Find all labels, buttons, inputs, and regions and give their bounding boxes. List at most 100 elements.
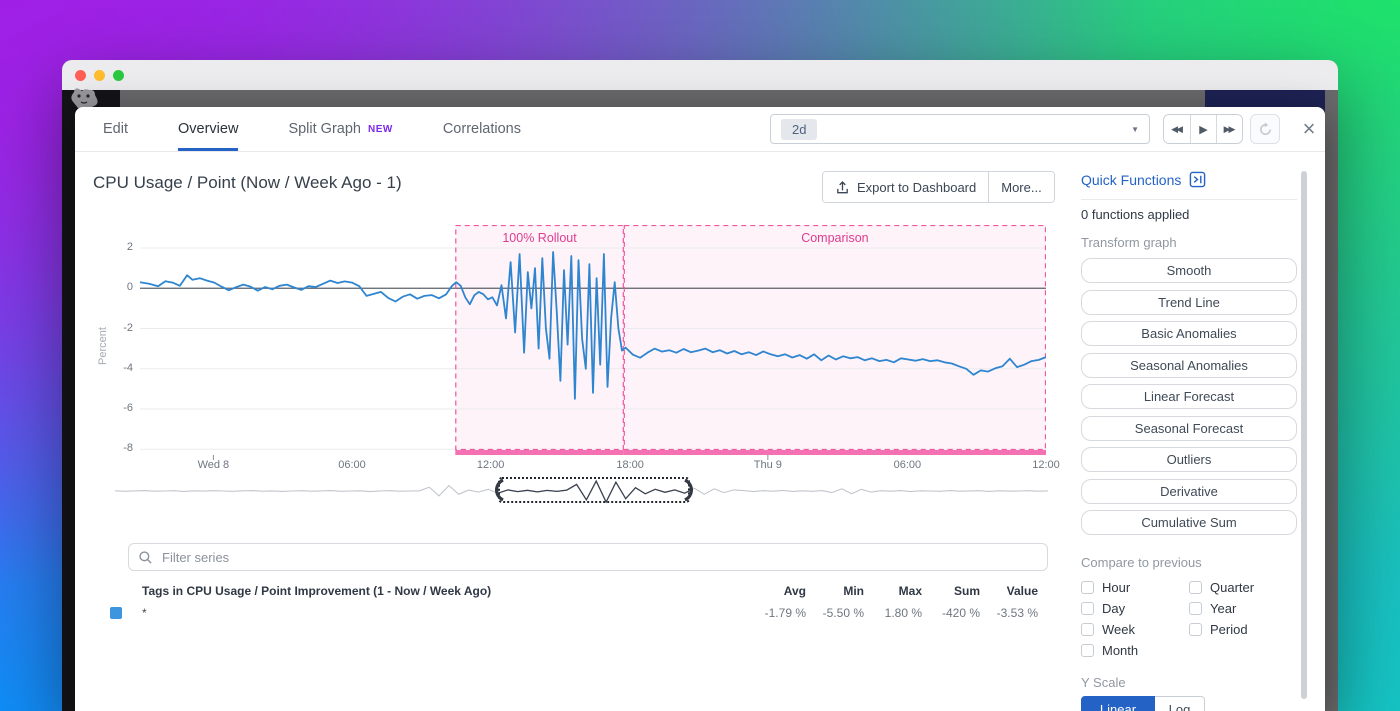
tab-overview[interactable]: Overview [178, 107, 238, 151]
scrubber-handle-right[interactable] [683, 479, 693, 501]
checkbox-label: Year [1210, 601, 1236, 616]
browser-window: Edit Overview Split Graph NEW Correlations 2… [62, 60, 1338, 711]
checkbox-label: Quarter [1210, 580, 1254, 595]
stat-value: -1.79 % [748, 606, 806, 620]
checkbox-label: Month [1102, 643, 1138, 658]
function-trend-line[interactable]: Trend Line [1081, 290, 1297, 315]
export-to-dashboard-button[interactable]: Export to Dashboard [823, 172, 988, 202]
timerange-tag[interactable]: 2d [781, 119, 817, 140]
tab-correlations[interactable]: Correlations [443, 107, 521, 151]
cpu-usage-chart[interactable]: 100% Rollout Comparison [140, 225, 1046, 461]
checkbox-period[interactable] [1189, 623, 1202, 636]
sidebar-divider [1081, 199, 1297, 200]
stat-value: -420 % [922, 606, 980, 620]
scrubber-handle-left[interactable] [495, 479, 505, 501]
yscale-linear[interactable]: Linear [1081, 696, 1155, 711]
quick-functions-label: Quick Functions [1081, 172, 1181, 188]
quick-functions-link[interactable]: Quick Functions [1081, 171, 1206, 188]
series-tag: * [142, 606, 748, 620]
annotation-bar [455, 450, 624, 455]
stat-value: -5.50 % [806, 606, 864, 620]
sidebar-scrollbar[interactable] [1301, 171, 1307, 699]
graph-editor-modal: Edit Overview Split Graph NEW Correlations 2… [75, 107, 1325, 711]
stat-column-header: Min [806, 584, 864, 598]
functions-applied-count: 0 functions applied [1081, 207, 1189, 222]
window-titlebar [62, 60, 1338, 90]
annotation-label: 100% Rollout [502, 231, 577, 245]
series-table: Tags in CPU Usage / Point Improvement (1… [110, 581, 1038, 623]
yscale-log[interactable]: Log [1155, 696, 1205, 711]
scrubber-selection[interactable] [498, 477, 690, 503]
compare-to-previous-label: Compare to previous [1081, 555, 1202, 570]
compare-option-day[interactable]: Day [1081, 598, 1189, 619]
function-basic-anomalies[interactable]: Basic Anomalies [1081, 321, 1297, 346]
quick-functions-panel: Quick Functions 0 functions applied Tran… [1081, 107, 1313, 711]
checkbox-label: Day [1102, 601, 1125, 616]
function-seasonal-anomalies[interactable]: Seasonal Anomalies [1081, 353, 1297, 378]
export-label: Export to Dashboard [857, 180, 976, 195]
y-axis-title: Percent [97, 266, 109, 426]
compare-option-hour[interactable]: Hour [1081, 577, 1189, 598]
stat-column-header: Value [980, 584, 1038, 598]
checkbox-week[interactable] [1081, 623, 1094, 636]
checkbox-year[interactable] [1189, 602, 1202, 615]
function-derivative[interactable]: Derivative [1081, 479, 1297, 504]
stat-column-header: Sum [922, 584, 980, 598]
function-cumulative-sum[interactable]: Cumulative Sum [1081, 510, 1297, 535]
y-tick-label: 2 [105, 241, 133, 253]
tab-label: Correlations [443, 121, 521, 137]
y-scale-label: Y Scale [1081, 675, 1126, 690]
annotation-bar [624, 450, 1046, 455]
transform-graph-label: Transform graph [1081, 235, 1177, 250]
series-color-swatch[interactable] [110, 607, 122, 619]
compare-option-quarter[interactable]: Quarter [1189, 577, 1309, 598]
function-smooth[interactable]: Smooth [1081, 258, 1297, 283]
desktop-background: Edit Overview Split Graph NEW Correlations 2… [0, 0, 1400, 711]
more-button[interactable]: More... [988, 172, 1053, 202]
timeline-scrubber[interactable] [115, 476, 1048, 506]
series-table-title: Tags in CPU Usage / Point Improvement (1… [142, 584, 748, 598]
function-seasonal-forecast[interactable]: Seasonal Forecast [1081, 416, 1297, 441]
stat-column-header: Avg [748, 584, 806, 598]
graph-title: CPU Usage / Point (Now / Week Ago - 1) [93, 173, 402, 193]
y-tick-label: -4 [105, 362, 133, 374]
tab-label: Split Graph [288, 121, 361, 137]
upload-icon [835, 180, 850, 195]
tab-split-graph[interactable]: Split Graph NEW [288, 107, 392, 151]
tab-label: Edit [103, 121, 128, 137]
y-tick-label: -8 [105, 442, 133, 454]
stat-column-header: Max [864, 584, 922, 598]
checkbox-label: Week [1102, 622, 1135, 637]
filter-series-input[interactable] [160, 549, 1038, 566]
compare-option-year[interactable]: Year [1189, 598, 1309, 619]
y-tick-label: -2 [105, 322, 133, 334]
open-side-panel-icon [1189, 171, 1206, 188]
maximize-window-button[interactable] [113, 70, 124, 81]
minimize-window-button[interactable] [94, 70, 105, 81]
checkbox-day[interactable] [1081, 602, 1094, 615]
tab-edit[interactable]: Edit [103, 107, 128, 151]
compare-option-month[interactable]: Month [1081, 640, 1189, 661]
annotation-region [624, 225, 1046, 450]
function-outliers[interactable]: Outliers [1081, 447, 1297, 472]
y-tick-label: 0 [105, 281, 133, 293]
search-icon [138, 550, 153, 565]
checkbox-label: Hour [1102, 580, 1130, 595]
y-tick-label: -6 [105, 402, 133, 414]
checkbox-hour[interactable] [1081, 581, 1094, 594]
checkbox-quarter[interactable] [1189, 581, 1202, 594]
function-linear-forecast[interactable]: Linear Forecast [1081, 384, 1297, 409]
stat-value: 1.80 % [864, 606, 922, 620]
series-table-row: * -1.79 %-5.50 %1.80 %-420 %-3.53 % [110, 603, 1038, 623]
series-table-header-row: Tags in CPU Usage / Point Improvement (1… [110, 581, 1038, 601]
tab-label: Overview [178, 121, 238, 137]
checkbox-label: Period [1210, 622, 1248, 637]
filter-series-box [128, 543, 1048, 571]
close-window-button[interactable] [75, 70, 86, 81]
annotation-label: Comparison [801, 231, 868, 245]
new-badge: NEW [368, 124, 393, 135]
export-button-group: Export to Dashboard More... [822, 171, 1055, 203]
compare-option-week[interactable]: Week [1081, 619, 1189, 640]
checkbox-month[interactable] [1081, 644, 1094, 657]
compare-option-period[interactable]: Period [1189, 619, 1309, 640]
